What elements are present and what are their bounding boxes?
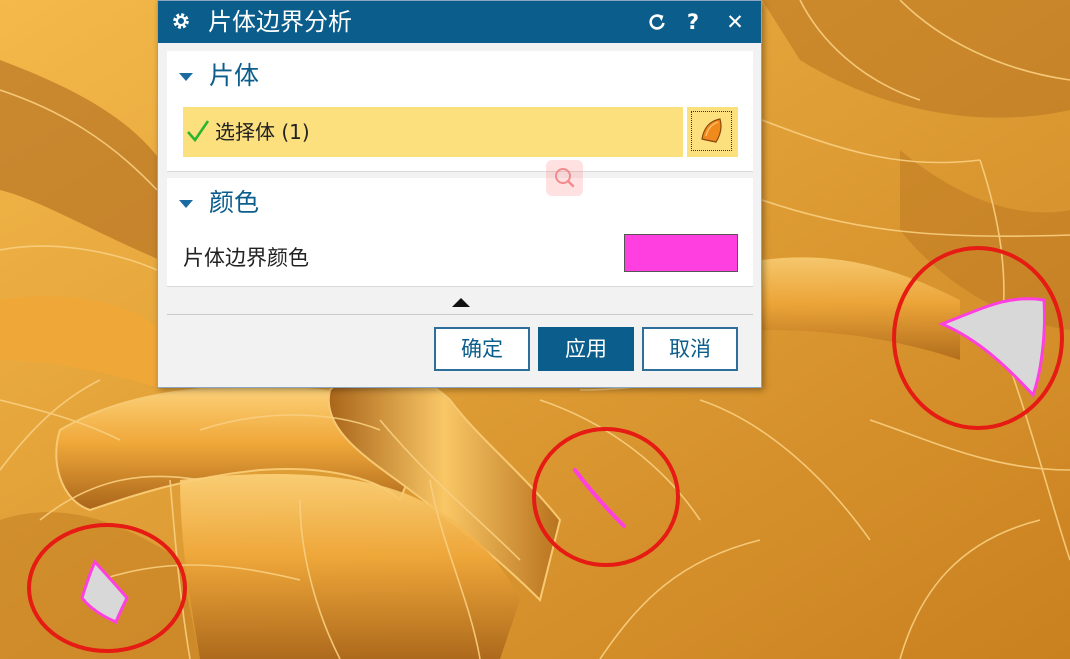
- select-body-field[interactable]: 选择体 (1): [183, 107, 683, 157]
- sheet-boundary-dialog: 片体边界分析 ? ✕ 片体 选择体 (1) 颜色 片体边界颜色 确定 应用 取消: [157, 0, 762, 388]
- boundary-color-swatch[interactable]: [624, 234, 738, 272]
- color-section: 颜色 片体边界颜色: [167, 178, 753, 287]
- gear-icon: [173, 13, 189, 29]
- magnifier-icon[interactable]: [546, 160, 583, 196]
- help-button[interactable]: ?: [680, 9, 706, 35]
- sheet-body-icon: [701, 118, 722, 143]
- dialog-titlebar[interactable]: 片体边界分析 ? ✕: [158, 1, 761, 43]
- select-body-label: 选择体 (1): [215, 120, 310, 144]
- color-section-title: 颜色: [209, 188, 260, 217]
- collapse-triangle-icon: [179, 200, 193, 208]
- collapse-up-icon: [452, 298, 470, 307]
- sheet-body-section: 片体 选择体 (1): [167, 51, 753, 172]
- select-body-button-frame: [691, 111, 732, 151]
- boundary-color-label: 片体边界颜色: [183, 246, 309, 270]
- reset-icon[interactable]: [644, 9, 670, 35]
- apply-button[interactable]: 应用: [538, 327, 634, 371]
- collapse-triangle-icon: [179, 73, 193, 81]
- sheet-body-section-title: 片体: [209, 61, 260, 90]
- collapse-options-bar[interactable]: [167, 290, 753, 315]
- dialog-title: 片体边界分析: [208, 8, 352, 36]
- select-body-button[interactable]: [687, 107, 738, 157]
- cancel-button[interactable]: 取消: [642, 327, 738, 371]
- close-button[interactable]: ✕: [722, 9, 748, 35]
- checkmark-icon: [187, 120, 210, 143]
- ok-button[interactable]: 确定: [434, 327, 530, 371]
